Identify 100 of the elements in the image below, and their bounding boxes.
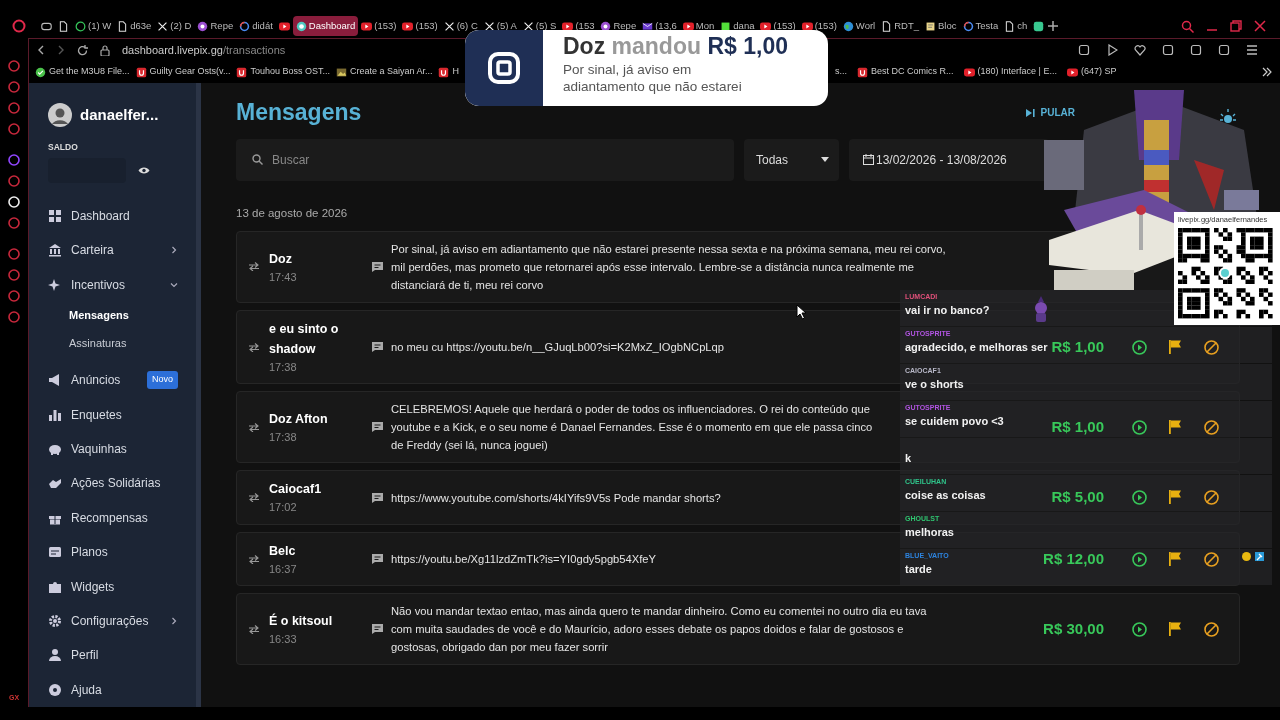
bookmark-link[interactable]: Get the M3U8 File... — [35, 65, 130, 79]
swap-icon — [249, 342, 259, 352]
bookmark-link[interactable]: H — [438, 65, 459, 79]
browser-tab[interactable]: Testa — [959, 16, 1002, 36]
bookmark-link[interactable]: Touhou Boss OST... — [236, 65, 330, 79]
flag-icon[interactable] — [1169, 551, 1182, 566]
browser-tab[interactable]: Repe — [194, 16, 237, 36]
chart-icon — [48, 407, 62, 422]
close-icon[interactable] — [1254, 20, 1266, 32]
nav-item[interactable]: Ações Solidárias — [48, 466, 196, 501]
user-name: danaelfer... — [80, 104, 159, 125]
menu-icon[interactable] — [1246, 44, 1258, 56]
ban-icon[interactable] — [1204, 339, 1219, 355]
nav-item[interactable]: Vaquinhas — [48, 431, 196, 467]
browser-tab[interactable]: ch — [1001, 16, 1031, 36]
browser-tab[interactable]: Dashboard — [292, 16, 359, 36]
extensions-icon[interactable] — [1162, 44, 1174, 56]
browser-tab[interactable]: didát — [236, 16, 276, 36]
bookmark-link[interactable]: (647) SP — [1066, 65, 1117, 79]
play-icon[interactable] — [1132, 339, 1147, 355]
browser-tab[interactable]: (5) S — [519, 16, 560, 36]
nav-subitem[interactable]: Mensagens — [48, 301, 196, 330]
browser-tab[interactable]: Mon — [679, 16, 718, 36]
nav-item[interactable]: Perfil — [48, 638, 196, 673]
browser-tab[interactable]: (153 — [559, 16, 598, 36]
browser-tab[interactable]: Repe — [597, 16, 640, 36]
bookmark-link[interactable]: (180) Interface | E... — [963, 65, 1057, 79]
flag-icon[interactable] — [1169, 621, 1182, 636]
video-icon — [402, 20, 414, 32]
donor-name: e eu sinto o shadow — [269, 320, 340, 358]
donor-name: Doz Afton — [269, 411, 329, 429]
browser-tab[interactable]: d63e — [114, 16, 155, 36]
eye-icon[interactable] — [138, 165, 150, 175]
browser-tab[interactable]: Worl — [839, 16, 879, 36]
nav-item[interactable]: Carteira — [48, 233, 196, 268]
play-icon[interactable] — [1106, 44, 1118, 56]
browser-tab[interactable]: Bloc — [922, 16, 960, 36]
flag-icon[interactable] — [1169, 490, 1182, 505]
ban-icon[interactable] — [1204, 551, 1219, 567]
browser-tab[interactable]: dana — [717, 16, 758, 36]
search-field[interactable]: Buscar — [236, 138, 734, 181]
nav-item[interactable]: Widgets — [48, 569, 196, 604]
ring-icon — [295, 20, 307, 32]
cross-logo-icon — [443, 20, 455, 32]
browser-tab[interactable]: (5) A — [480, 16, 520, 36]
nav-item[interactable]: Enquetes — [48, 397, 196, 432]
donation-message: Não vou mandar textao entao, mas ainda quero te mandar dinheiro. Como eu comentei no outro dia eu tava com muita saudades de você e do Maurício, adoro esses debate os papos doidos e falar de gostosos e gostosas, obrigado dan por meu fazer sorrir — [391, 604, 927, 656]
browser-tab[interactable]: (153) — [399, 16, 441, 36]
play-icon[interactable] — [1132, 551, 1147, 567]
nav-item[interactable]: Incentivos — [48, 267, 196, 302]
skip-button[interactable]: PULAR — [1025, 105, 1075, 121]
play-icon[interactable] — [1132, 621, 1147, 637]
more-bookmarks-icon[interactable] — [1262, 67, 1272, 77]
heart-icon[interactable] — [1134, 44, 1146, 56]
browser-tab[interactable]: RDT_ — [878, 16, 922, 36]
status-dropdown[interactable]: Todas — [744, 138, 839, 181]
nav-item[interactable]: Planos — [48, 535, 196, 570]
tile-icon — [135, 66, 147, 78]
forward-icon[interactable] — [57, 45, 65, 55]
back-icon[interactable] — [37, 45, 45, 55]
ban-icon[interactable] — [1204, 621, 1219, 637]
snapshot-icon[interactable] — [1078, 44, 1090, 56]
tile-icon — [857, 66, 868, 78]
browser-tab[interactable]: (153) — [757, 16, 799, 36]
nav-item[interactable]: Dashboard — [48, 198, 196, 234]
browser-tab[interactable]: (153) — [798, 16, 840, 36]
brightness-icon[interactable] — [1219, 108, 1237, 126]
alert-message: Por sinal, já aviso em adiantamento que não estarei — [563, 60, 743, 95]
flag-icon[interactable] — [1169, 419, 1182, 434]
play-icon[interactable] — [1132, 419, 1147, 435]
browser-tab[interactable]: (153) — [358, 16, 400, 36]
address-field[interactable]: dashboard.livepix.gg/transactions — [122, 41, 286, 59]
nav-item[interactable]: Ajuda — [48, 672, 196, 708]
browser-tab[interactable]: (13,6 — [639, 16, 680, 36]
flag-icon[interactable] — [1169, 339, 1182, 354]
browser-tab[interactable]: (2) D — [154, 16, 195, 36]
search-icon[interactable] — [1181, 19, 1194, 33]
bookmark-link[interactable]: s... — [835, 65, 847, 79]
restore-icon[interactable] — [1230, 20, 1242, 32]
tile-icon — [438, 66, 450, 78]
nav-subitem[interactable]: Assinaturas — [48, 329, 196, 357]
bookmark-link[interactable]: Guilty Gear Osts(v... — [135, 65, 231, 79]
profile-icon[interactable] — [1190, 44, 1202, 56]
bookmark-link[interactable]: Best DC Comics R... — [857, 65, 954, 79]
download-icon[interactable] — [1218, 44, 1230, 56]
browser-tab[interactable]: (1) W — [72, 16, 115, 36]
bookmark-link[interactable]: Create a Saiyan Ar... — [335, 65, 433, 79]
browser-logo-icon — [12, 19, 26, 33]
new-tab-icon[interactable] — [1047, 20, 1060, 32]
reload-icon[interactable] — [77, 44, 88, 56]
video-icon — [963, 66, 975, 78]
play-icon[interactable] — [1132, 490, 1147, 506]
donation-time: 17:02 — [269, 500, 298, 516]
nav-item[interactable]: Recompensas — [48, 500, 196, 536]
nav-item[interactable]: Configurações — [48, 603, 196, 639]
ban-icon[interactable] — [1204, 490, 1219, 506]
browser-tab[interactable]: (6) C — [440, 16, 481, 36]
nav-item[interactable]: Anúncios Novo — [48, 363, 196, 398]
page-title: Mensagens — [236, 99, 362, 127]
ban-icon[interactable] — [1204, 419, 1219, 435]
